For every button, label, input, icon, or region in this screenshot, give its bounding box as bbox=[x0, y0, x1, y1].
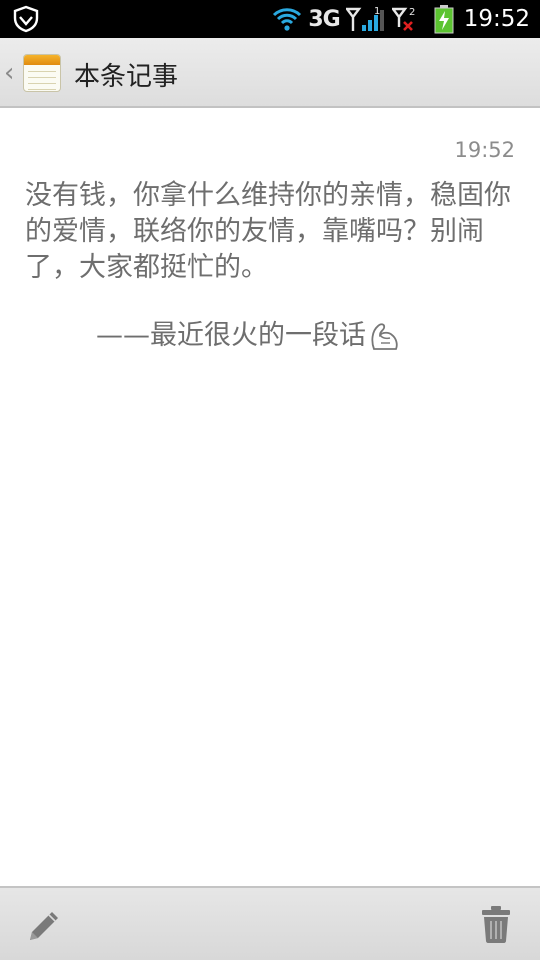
note-content[interactable]: 19:52 没有钱，你拿什么维持你的亲情，稳固你的爱情，联络你的友情，靠嘴吗？别… bbox=[0, 110, 540, 886]
flexed-arm-icon bbox=[371, 323, 398, 350]
sim1-label: 1 bbox=[374, 6, 380, 17]
sim2-no-signal-icon: 2 bbox=[391, 7, 415, 31]
back-chevron-icon: ‹ bbox=[4, 58, 15, 88]
status-bar: 3G 1 2 19:52 bbox=[0, 0, 540, 38]
sim2-label: 2 bbox=[409, 7, 415, 18]
note-timestamp: 19:52 bbox=[454, 138, 515, 162]
shield-icon bbox=[13, 5, 39, 33]
status-indicators: 3G 1 2 19:52 bbox=[272, 0, 530, 38]
back-button[interactable]: ‹ bbox=[0, 38, 66, 106]
note-signature-line: ——最近很火的一段话 bbox=[96, 318, 402, 354]
pencil-icon[interactable] bbox=[24, 906, 64, 946]
bottom-toolbar bbox=[0, 886, 540, 960]
note-body-text: 没有钱，你拿什么维持你的亲情，稳固你的爱情，联络你的友情，靠嘴吗？别闹了，大家都… bbox=[25, 180, 511, 283]
action-bar: ‹ 本条记事 bbox=[0, 38, 540, 108]
trash-icon[interactable] bbox=[480, 904, 512, 944]
page-title: 本条记事 bbox=[74, 62, 179, 92]
note-signature-text: ——最近很火的一段话 bbox=[96, 320, 366, 351]
network-type-label: 3G bbox=[308, 6, 340, 32]
status-time: 19:52 bbox=[463, 6, 530, 32]
notepad-app-icon bbox=[23, 54, 61, 92]
wifi-icon bbox=[273, 8, 302, 31]
battery-charging-icon bbox=[434, 5, 454, 34]
sim1-signal-icon: 1 bbox=[345, 6, 384, 31]
